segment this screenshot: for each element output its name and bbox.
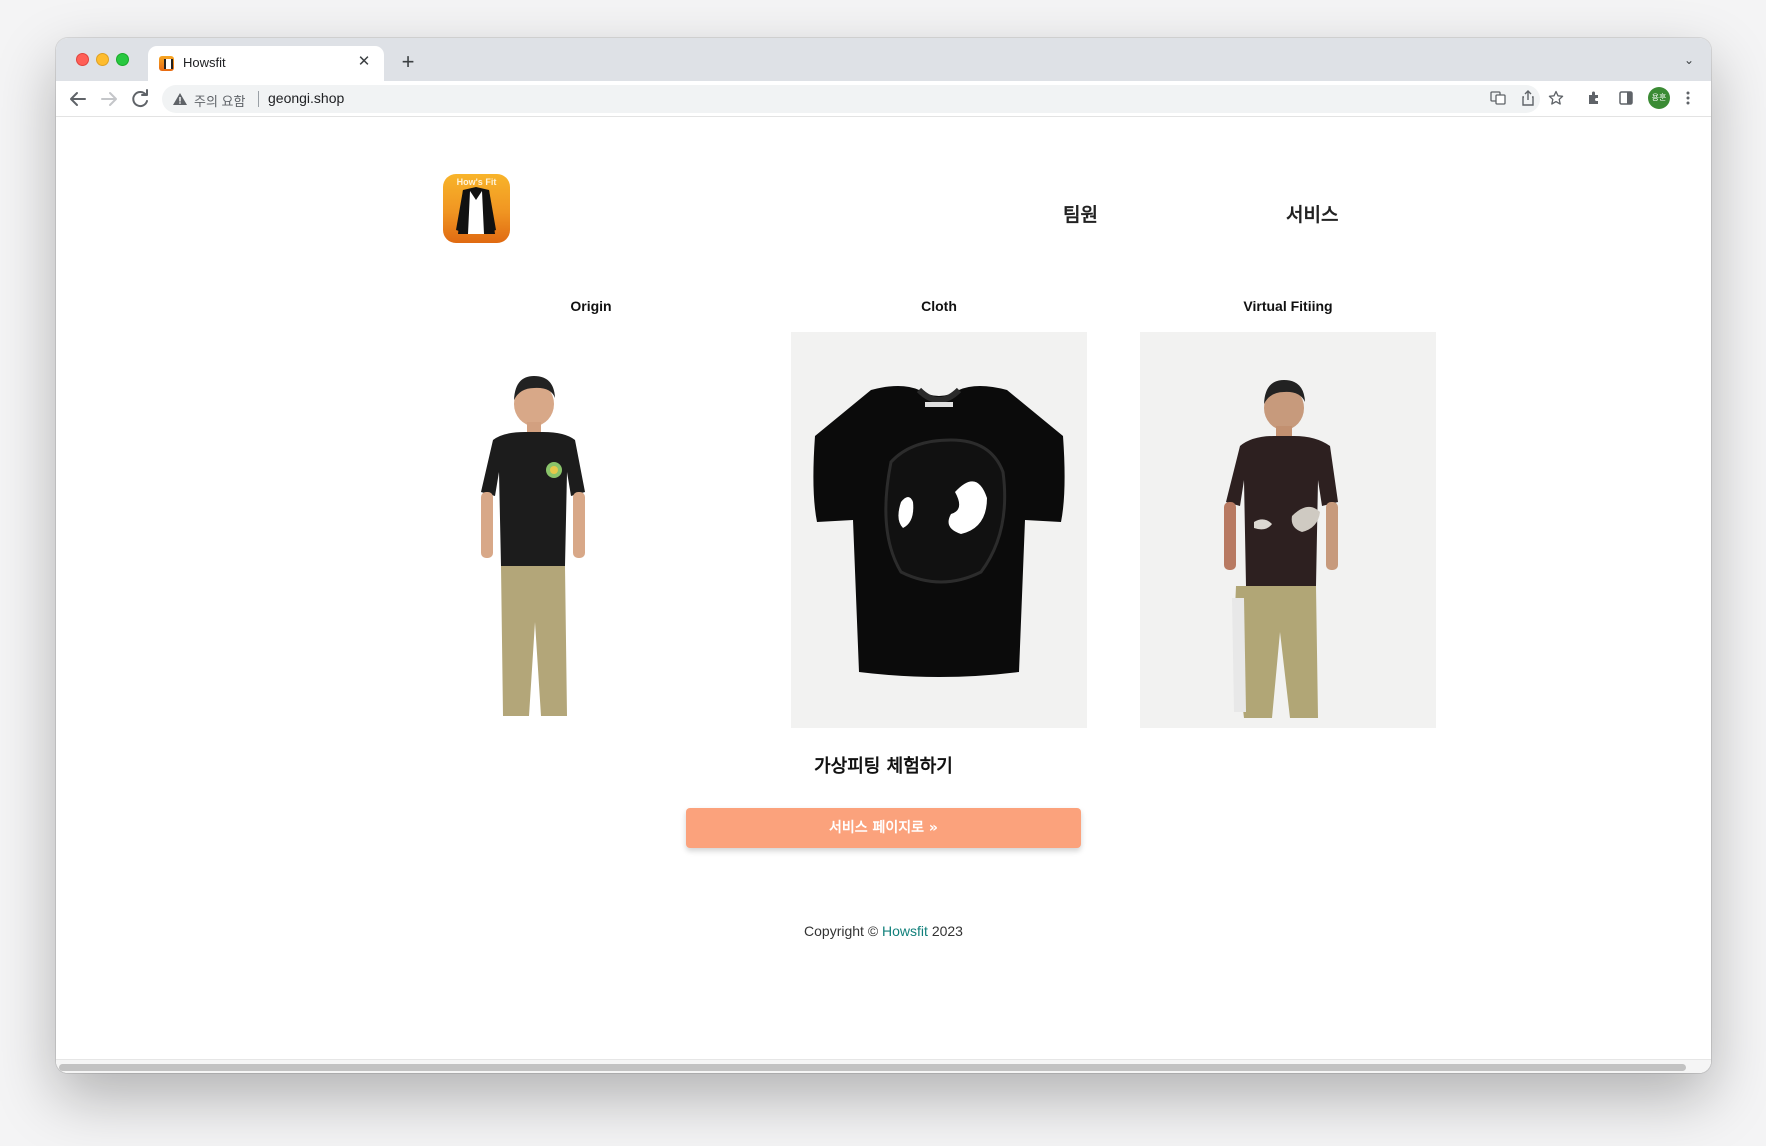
virtual-fitting-label: Virtual Fitiing xyxy=(1243,298,1333,314)
tab-howsfit[interactable]: Howsfit ✕ xyxy=(148,46,384,81)
copyright-prefix: Copyright © xyxy=(804,923,883,939)
horizontal-scrollbar[interactable] xyxy=(56,1059,1711,1073)
footer-howsfit-link[interactable]: Howsfit xyxy=(882,923,928,939)
copyright-year: 2023 xyxy=(927,923,963,939)
coat-icon xyxy=(456,187,496,234)
side-panel-icon[interactable] xyxy=(1616,90,1636,108)
reload-button[interactable] xyxy=(128,87,152,111)
tab-search-chevron-icon[interactable]: ⌄ xyxy=(1679,50,1699,70)
go-to-service-button[interactable]: 서비스 페이지로 » xyxy=(686,808,1081,848)
origin-person-image xyxy=(443,332,739,728)
browser-toolbar: 주의 요함 geongi.shop 용훈 xyxy=(56,81,1711,117)
security-warning-label[interactable]: 주의 요함 xyxy=(194,91,245,110)
tab-strip: Howsfit ✕ + ⌄ xyxy=(56,38,1711,81)
virtual-fitting-image xyxy=(1140,332,1436,728)
virtual-fitting-cta-heading: 가상피팅 체험하기 xyxy=(814,756,953,777)
back-arrow-icon xyxy=(70,92,86,106)
extensions-puzzle-icon[interactable] xyxy=(1584,90,1604,108)
translate-icon[interactable] xyxy=(1488,90,1508,108)
new-tab-button[interactable]: + xyxy=(394,48,422,76)
back-button[interactable] xyxy=(66,87,90,111)
warning-triangle-icon[interactable] xyxy=(172,91,188,107)
omnibox-divider xyxy=(258,91,259,107)
scrollbar-thumb[interactable] xyxy=(59,1064,1686,1071)
page-viewport: How's Fit 팀원 서비스 Origin Cloth Virtual Fi… xyxy=(56,118,1711,1073)
browser-window: Howsfit ✕ + ⌄ 주의 요함 geongi.shop 용훈 How's… xyxy=(56,38,1711,1073)
zoom-window-button[interactable] xyxy=(116,53,129,66)
cloth-label: Cloth xyxy=(921,298,957,314)
nav-link-team[interactable]: 팀원 xyxy=(1063,200,1098,227)
forward-button[interactable] xyxy=(97,87,121,111)
reload-icon xyxy=(132,89,148,108)
forward-arrow-icon xyxy=(101,92,117,106)
close-window-button[interactable] xyxy=(76,53,89,66)
tab-title: Howsfit xyxy=(183,55,226,70)
address-bar[interactable]: 주의 요함 geongi.shop xyxy=(162,85,1540,113)
footer-copyright: Copyright © Howsfit 2023 xyxy=(56,923,1711,939)
favicon-icon xyxy=(159,56,174,71)
bookmark-star-icon[interactable] xyxy=(1546,90,1566,108)
kebab-menu-icon[interactable] xyxy=(1678,90,1698,108)
origin-label: Origin xyxy=(570,298,612,314)
minimize-window-button[interactable] xyxy=(96,53,109,66)
cloth-image xyxy=(791,332,1087,728)
profile-avatar[interactable]: 용훈 xyxy=(1648,87,1670,109)
share-icon[interactable] xyxy=(1518,90,1538,108)
url-text[interactable]: geongi.shop xyxy=(268,90,344,106)
nav-link-service[interactable]: 서비스 xyxy=(1286,200,1338,227)
howsfit-logo[interactable]: How's Fit xyxy=(443,174,510,243)
tab-close-icon[interactable]: ✕ xyxy=(354,52,374,72)
